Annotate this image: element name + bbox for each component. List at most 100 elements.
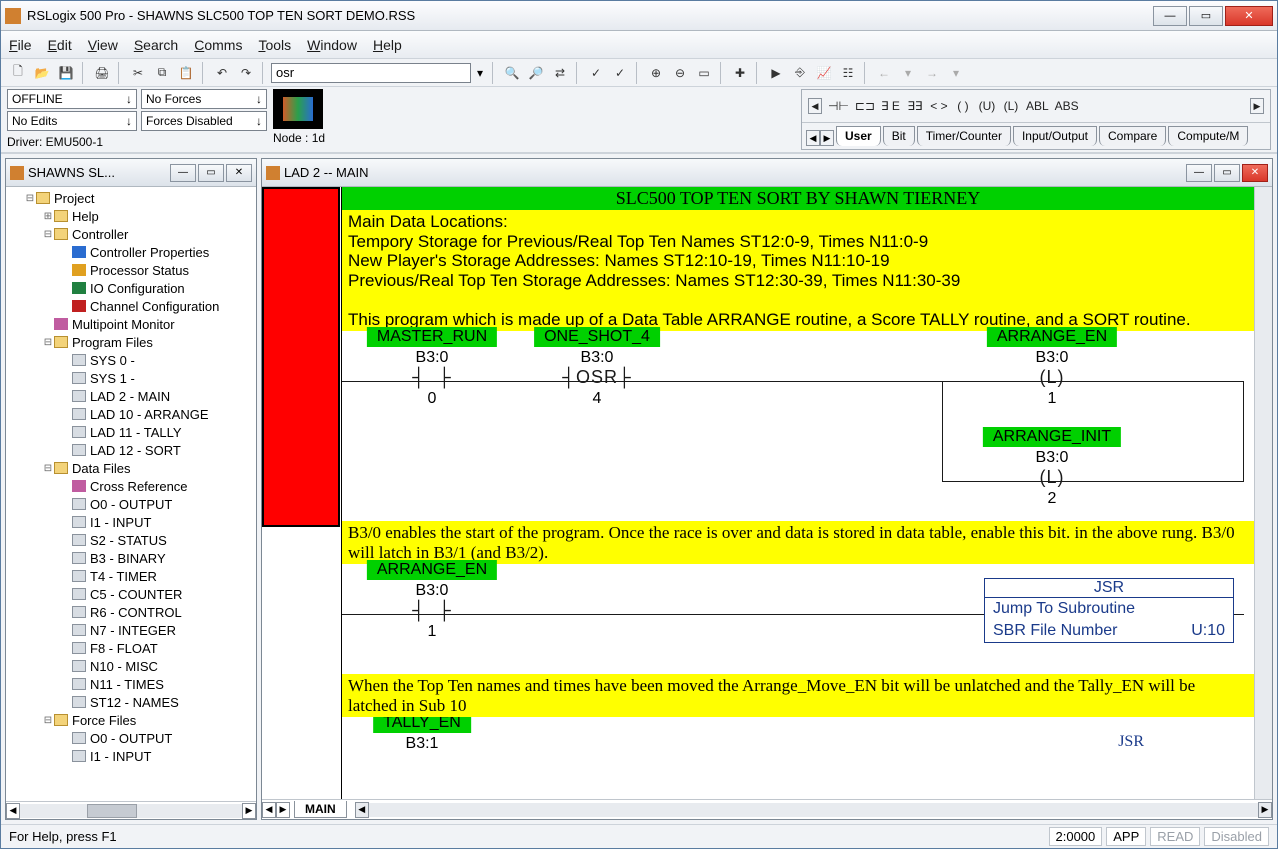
maximize-button[interactable]: ▭	[1189, 6, 1223, 26]
nav-back-icon[interactable]: ←	[873, 62, 895, 84]
verify2-icon[interactable]: ✓	[609, 62, 631, 84]
tree-lad11[interactable]: LAD 11 - TALLY	[6, 423, 256, 441]
lad-min-button[interactable]: —	[1186, 164, 1212, 182]
tab-user[interactable]: User	[836, 126, 881, 146]
tabs-scroll-right[interactable]: ▶	[820, 130, 834, 146]
tree-force-files[interactable]: ⊟Force Files	[6, 711, 256, 729]
tree-r6[interactable]: R6 - CONTROL	[6, 603, 256, 621]
tab-compare[interactable]: Compare	[1099, 126, 1166, 146]
tree-c5[interactable]: C5 - COUNTER	[6, 585, 256, 603]
instr-otu-icon[interactable]: (U)	[978, 99, 996, 113]
nav-fwd-icon[interactable]: →	[921, 62, 943, 84]
rung1-jsr-block[interactable]: JSR Jump To Subroutine SBR File NumberU:…	[984, 578, 1234, 643]
tree-hscroll[interactable]: ◀▶	[6, 801, 256, 819]
palette-scroll-right[interactable]: ▶	[1250, 98, 1264, 114]
copy-icon[interactable]: ⧉	[151, 62, 173, 84]
tree-multipoint[interactable]: Multipoint Monitor	[6, 315, 256, 333]
search-input[interactable]	[276, 65, 466, 80]
rung0-out1-tag[interactable]: ARRANGE_EN	[987, 327, 1117, 347]
menu-view[interactable]: View	[88, 37, 118, 53]
ladder-hscroll[interactable]: ◀▶	[355, 803, 1272, 817]
find-next-icon[interactable]: 🔎	[525, 62, 547, 84]
tree-lad12[interactable]: LAD 12 - SORT	[6, 441, 256, 459]
tree-io-config[interactable]: IO Configuration	[6, 279, 256, 297]
tree-data-files[interactable]: ⊟Data Files	[6, 459, 256, 477]
tree-xref[interactable]: Cross Reference	[6, 477, 256, 495]
tree-i1[interactable]: I1 - INPUT	[6, 513, 256, 531]
print-icon[interactable]: 🖨	[91, 62, 113, 84]
open-icon[interactable]: 📂	[31, 62, 53, 84]
instr-xio-icon[interactable]: ⊏⊐	[855, 99, 875, 113]
instr-abl-icon[interactable]: ABL	[1026, 99, 1049, 113]
ladder-vscroll[interactable]	[1254, 187, 1272, 799]
menu-help[interactable]: Help	[373, 37, 402, 53]
lad-close-button[interactable]: ✕	[1242, 164, 1268, 182]
tree-n7[interactable]: N7 - INTEGER	[6, 621, 256, 639]
menu-window[interactable]: Window	[307, 37, 357, 53]
tree-processor-status[interactable]: Processor Status	[6, 261, 256, 279]
chart-icon[interactable]: 📈	[813, 62, 835, 84]
minimize-button[interactable]: —	[1153, 6, 1187, 26]
tab-bit[interactable]: Bit	[883, 126, 915, 146]
instr-otl-icon[interactable]: (L)	[1002, 99, 1020, 113]
search-combo[interactable]	[271, 63, 471, 83]
verify-icon[interactable]: ✓	[585, 62, 607, 84]
search-dropdown-icon[interactable]: ▾	[473, 66, 487, 80]
tabs-scroll-left[interactable]: ◀	[806, 130, 820, 146]
tree-n11[interactable]: N11 - TIMES	[6, 675, 256, 693]
props-icon[interactable]: ☷	[837, 62, 859, 84]
fit-icon[interactable]: ▭	[693, 62, 715, 84]
zoom-in-icon[interactable]: ⊕	[645, 62, 667, 84]
instr-branch-icon[interactable]: ∃ E	[881, 99, 900, 113]
menu-tools[interactable]: Tools	[258, 37, 291, 53]
redo-icon[interactable]: ↷	[235, 62, 257, 84]
tree-n10[interactable]: N10 - MISC	[6, 657, 256, 675]
rung1-in1-tag[interactable]: ARRANGE_EN	[367, 560, 497, 580]
run-icon[interactable]: ▶	[765, 62, 787, 84]
tree-project[interactable]: ⊟Project	[6, 189, 256, 207]
tree-o0[interactable]: O0 - OUTPUT	[6, 495, 256, 513]
tree-controller-props[interactable]: Controller Properties	[6, 243, 256, 261]
replace-icon[interactable]: ⇄	[549, 62, 571, 84]
tree-channel-config[interactable]: Channel Configuration	[6, 297, 256, 315]
nav-fwd-dd-icon[interactable]: ▾	[945, 62, 967, 84]
rung0-in2-tag[interactable]: ONE_SHOT_4	[534, 327, 660, 347]
tab-timer[interactable]: Timer/Counter	[917, 126, 1011, 146]
paste-icon[interactable]: 📋	[175, 62, 197, 84]
tree-program-files[interactable]: ⊟Program Files	[6, 333, 256, 351]
instr-ote-icon[interactable]: ( )	[954, 99, 972, 113]
status-noforces[interactable]: No Forces↓	[141, 89, 267, 109]
tab-compute[interactable]: Compute/M	[1168, 126, 1248, 146]
status-noedits[interactable]: No Edits↓	[7, 111, 137, 131]
tree-fo0[interactable]: O0 - OUTPUT	[6, 729, 256, 747]
ladder-editor[interactable]: SLC500 TOP TEN SORT BY SHAWN TIERNEY Mai…	[342, 187, 1254, 799]
nav-back-dd-icon[interactable]: ▾	[897, 62, 919, 84]
tree-lad2[interactable]: LAD 2 - MAIN	[6, 387, 256, 405]
menu-comms[interactable]: Comms	[194, 37, 242, 53]
tree-fi1[interactable]: I1 - INPUT	[6, 747, 256, 765]
menu-search[interactable]: Search	[134, 37, 178, 53]
rung0-out2-tag[interactable]: ARRANGE_INIT	[983, 427, 1121, 447]
cut-icon[interactable]: ✂	[127, 62, 149, 84]
instr-xic-icon[interactable]: ⊣⊢	[828, 99, 849, 113]
save-icon[interactable]: 💾	[55, 62, 77, 84]
new-icon[interactable]: 🗋	[7, 62, 29, 84]
tree-t4[interactable]: T4 - TIMER	[6, 567, 256, 585]
tree-f8[interactable]: F8 - FLOAT	[6, 639, 256, 657]
goto-icon[interactable]: ⎆	[789, 62, 811, 84]
tree-lad10[interactable]: LAD 10 - ARRANGE	[6, 405, 256, 423]
tree-st12[interactable]: ST12 - NAMES	[6, 693, 256, 711]
status-forcesdisabled[interactable]: Forces Disabled↓	[141, 111, 267, 131]
status-offline[interactable]: OFFLINE↓	[7, 89, 137, 109]
menu-edit[interactable]: Edit	[48, 37, 72, 53]
lad-tab-left[interactable]: ◀	[262, 802, 276, 818]
undo-icon[interactable]: ↶	[211, 62, 233, 84]
close-button[interactable]: ✕	[1225, 6, 1273, 26]
tree-min-button[interactable]: —	[170, 164, 196, 182]
lad-max-button[interactable]: ▭	[1214, 164, 1240, 182]
tree-sys0[interactable]: SYS 0 -	[6, 351, 256, 369]
add-icon[interactable]: ✚	[729, 62, 751, 84]
palette-scroll-left[interactable]: ◀	[808, 98, 822, 114]
rung0-in1-tag[interactable]: MASTER_RUN	[367, 327, 497, 347]
tree-close-button[interactable]: ✕	[226, 164, 252, 182]
